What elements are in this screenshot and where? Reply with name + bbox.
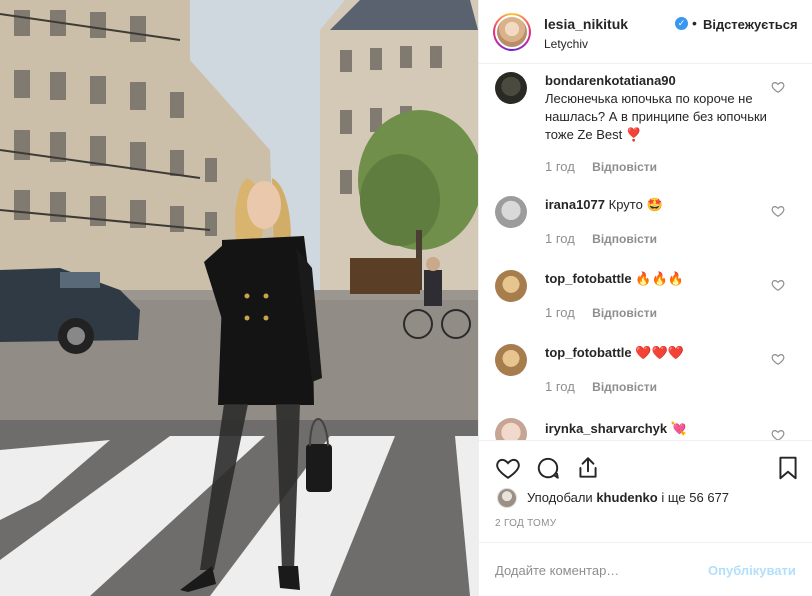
commenter-avatar[interactable] — [495, 72, 527, 104]
separator-dot: • — [692, 15, 697, 31]
commenter-username[interactable]: top_fotobattle — [545, 271, 632, 286]
comment-emoji: ❣️ — [625, 127, 643, 142]
reply-button[interactable]: Відповісти — [592, 380, 657, 394]
bookmark-icon[interactable] — [775, 455, 801, 481]
verified-badge-icon: ✓ — [675, 17, 688, 30]
post-details-panel: lesia_nikituk ✓ • Відстежується Letychiv… — [478, 0, 812, 596]
comment-input[interactable] — [495, 559, 695, 581]
commenter-avatar[interactable] — [495, 270, 527, 302]
add-comment-section: Опублікувати — [479, 542, 812, 596]
comment-time[interactable]: 1 год — [545, 379, 575, 394]
follow-button[interactable]: Відстежується — [703, 17, 798, 32]
comment-emoji: 🤩 — [646, 197, 663, 212]
comments-list[interactable]: bondarenkotatiana90 Лесюнечька юпочька п… — [479, 64, 812, 440]
commenter-avatar[interactable] — [495, 196, 527, 228]
comment-time[interactable]: 1 год — [545, 231, 575, 246]
post-timestamp[interactable]: 2 ГОД ТОМУ — [495, 518, 556, 529]
comment-time[interactable]: 1 год — [545, 159, 575, 174]
commenter-username[interactable]: bondarenkotatiana90 — [545, 73, 676, 88]
comment-bubble-icon[interactable] — [535, 455, 561, 481]
commenter-username[interactable]: irynka_sharvarchyk — [545, 421, 667, 436]
comment-like-heart-icon[interactable] — [771, 278, 785, 292]
reply-button[interactable]: Відповісти — [592, 232, 657, 246]
post-location[interactable]: Letychiv — [544, 37, 588, 51]
comment-item: top_fotobattle 🔥🔥🔥 1 год Відповісти — [479, 270, 812, 334]
photo-illustration — [0, 0, 478, 596]
comment-emoji: 💘 — [670, 421, 687, 436]
comment-text: Лесюнечька юпочька по короче не нашлась?… — [545, 91, 767, 142]
liker-username[interactable]: khudenko — [596, 490, 657, 505]
likes-and-more[interactable]: і ще 56 677 — [661, 490, 729, 505]
post-photo[interactable] — [0, 0, 478, 596]
comment-emoji: ❤️❤️❤️ — [635, 345, 684, 360]
comment-item: top_fotobattle ❤️❤️❤️ 1 год Відповісти — [479, 344, 812, 408]
share-arrow-icon[interactable] — [575, 455, 601, 481]
comment-text: Круто — [608, 197, 643, 212]
publish-button[interactable]: Опублікувати — [708, 563, 796, 578]
like-heart-icon[interactable] — [495, 455, 521, 481]
likes-prefix: Уподобали — [527, 490, 593, 505]
comment-item: irana1077 Круто 🤩 1 год Відповісти — [479, 196, 812, 260]
author-avatar[interactable] — [493, 13, 531, 51]
commenter-username[interactable]: top_fotobattle — [545, 345, 632, 360]
reply-button[interactable]: Відповісти — [592, 306, 657, 320]
comment-like-heart-icon[interactable] — [771, 428, 785, 440]
comment-time[interactable]: 1 год — [545, 305, 575, 320]
author-username[interactable]: lesia_nikituk — [544, 16, 628, 32]
post-header: lesia_nikituk ✓ • Відстежується Letychiv — [479, 0, 812, 64]
comment-item: irynka_sharvarchyk 💘 — [479, 418, 812, 440]
comment-emoji: 🔥🔥🔥 — [635, 271, 684, 286]
likes-summary[interactable]: Уподобали khudenko і ще 56 677 — [495, 486, 805, 510]
commenter-avatar[interactable] — [495, 418, 527, 440]
commenter-username[interactable]: irana1077 — [545, 197, 605, 212]
liker-avatar[interactable] — [497, 488, 517, 508]
comment-like-heart-icon[interactable] — [771, 80, 785, 94]
comment-item: bondarenkotatiana90 Лесюнечька юпочька п… — [479, 68, 812, 186]
comment-like-heart-icon[interactable] — [771, 352, 785, 366]
commenter-avatar[interactable] — [495, 344, 527, 376]
reply-button[interactable]: Відповісти — [592, 160, 657, 174]
comment-like-heart-icon[interactable] — [771, 204, 785, 218]
